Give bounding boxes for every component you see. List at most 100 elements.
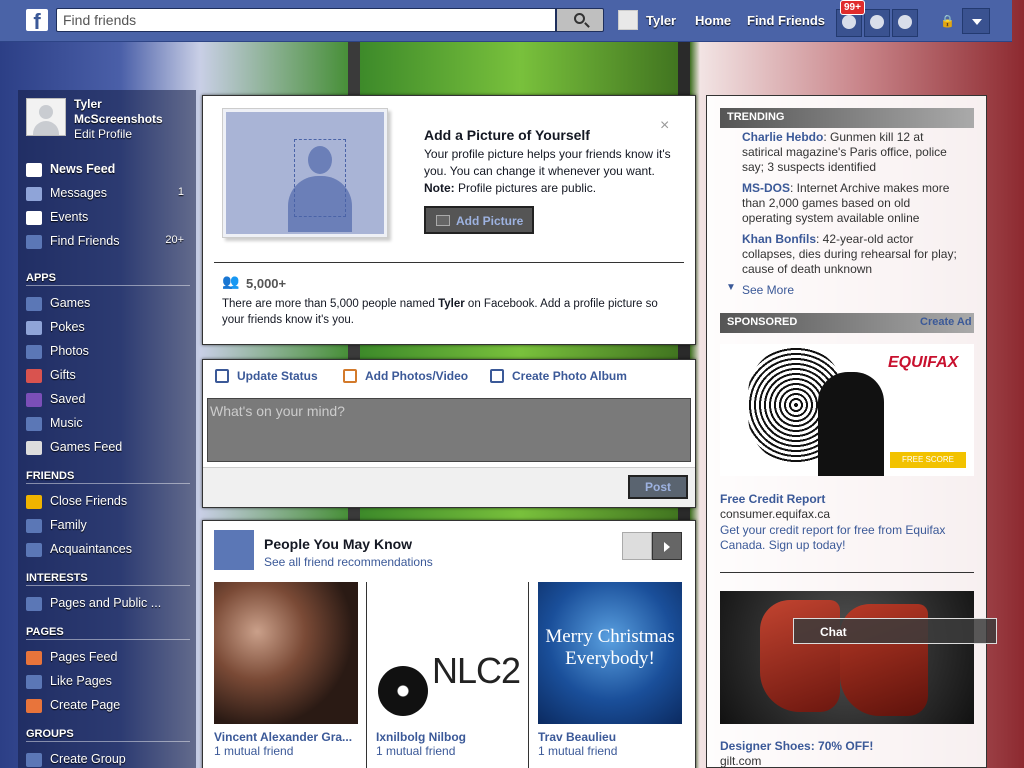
find-friends-link[interactable]: Find Friends <box>747 13 825 28</box>
sidebar-item-label: Create Group <box>50 752 126 766</box>
sidebar-item-pages-feed[interactable]: Pages Feed <box>26 648 186 668</box>
sidebar-item-music[interactable]: Music <box>26 414 186 434</box>
album-icon <box>490 369 504 383</box>
create-ad-link[interactable]: Create Ad <box>920 316 972 328</box>
sidebar-item-close-friends[interactable]: Close Friends <box>26 492 186 512</box>
note-name: Tyler <box>438 298 465 310</box>
ad-title[interactable]: Free Credit Report <box>720 492 825 506</box>
sidebar-item-label: Messages <box>50 186 107 200</box>
sidebar-item-pages-and-public[interactable]: Pages and Public ... <box>26 594 186 614</box>
trending-item[interactable]: Khan Bonfils: 42-year-old actor collapse… <box>742 232 962 277</box>
status-input[interactable]: What's on your mind? <box>207 398 691 462</box>
desc-main: Your profile picture helps your friends … <box>424 147 671 178</box>
post-button[interactable]: Post <box>628 475 688 499</box>
games-feed-icon <box>26 441 42 455</box>
games-icon <box>26 297 42 311</box>
previous-button[interactable] <box>622 532 652 560</box>
pokes-icon <box>26 321 42 335</box>
card-divider <box>214 262 684 263</box>
ad-title[interactable]: Designer Shoes: 70% OFF! <box>720 739 873 753</box>
edit-profile-link[interactable]: Edit Profile <box>74 127 132 141</box>
sidebar-item-create-page[interactable]: Create Page <box>26 696 186 716</box>
sidebar-item-create-group[interactable]: Create Group <box>26 750 186 768</box>
nav-section-header: INTERESTS <box>26 572 190 586</box>
top-avatar[interactable] <box>618 10 638 30</box>
camera-icon <box>436 215 450 226</box>
sidebar-item-acquaintances[interactable]: Acquaintances <box>26 540 186 560</box>
trending-header: TRENDING <box>720 108 974 128</box>
trending-item[interactable]: Charlie Hebdo: Gunmen kill 12 at satiric… <box>742 130 962 175</box>
composer-footer <box>203 467 695 507</box>
privacy-shortcut-icon[interactable]: 🔒 <box>940 14 958 28</box>
sidebar-item-pokes[interactable]: Pokes <box>26 318 186 338</box>
notifications-icon <box>898 15 912 29</box>
facebook-logo-icon[interactable]: f <box>26 9 48 31</box>
mutual-friends[interactable]: 1 mutual friend <box>214 744 358 758</box>
ad-cta-button[interactable]: FREE SCORE <box>890 452 966 468</box>
trending-topic[interactable]: MS-DOS <box>742 181 790 195</box>
people-icon: 👥 <box>222 273 240 289</box>
create-group-icon <box>26 753 42 767</box>
top-user-link[interactable]: Tyler <box>646 13 676 28</box>
home-link[interactable]: Home <box>695 13 731 28</box>
family-icon <box>26 519 42 533</box>
person-name[interactable]: Trav Beaulieu <box>538 730 682 744</box>
person-card[interactable]: NLC2 Ixnilbolg Nilbog 1 mutual friend <box>376 582 521 758</box>
search-button[interactable] <box>556 8 604 32</box>
desc-note-label: Note: <box>424 181 455 195</box>
person-card[interactable]: Merry Christmas Everybody! Trav Beaulieu… <box>538 582 682 758</box>
person-card[interactable]: Vincent Alexander Gra... 1 mutual friend <box>214 582 358 758</box>
sidebar-item-events[interactable]: Events <box>26 208 186 228</box>
chat-bar[interactable]: Chat <box>793 618 997 644</box>
trending-topic[interactable]: Khan Bonfils <box>742 232 816 246</box>
tab-add-photos-video[interactable]: Add Photos/Video <box>343 369 468 383</box>
sidebar-item-like-pages[interactable]: Like Pages <box>26 672 186 692</box>
sidebar-item-messages[interactable]: Messages 1 <box>26 184 186 204</box>
person-photo[interactable]: Merry Christmas Everybody! <box>538 582 682 724</box>
ad-text[interactable]: Get your credit report for free from Equ… <box>720 523 970 553</box>
see-more-link[interactable]: See More <box>742 283 794 297</box>
sidebar-item-games-feed[interactable]: Games Feed <box>26 438 186 458</box>
sidebar-item-label: Pokes <box>50 320 85 334</box>
ad-url: gilt.com <box>720 754 762 768</box>
sidebar-item-saved[interactable]: Saved <box>26 390 186 410</box>
profile-name[interactable]: Tyler McScreenshots <box>74 97 184 127</box>
see-all-recommendations-link[interactable]: See all friend recommendations <box>264 555 433 569</box>
tab-label: Create Photo Album <box>512 369 627 383</box>
pymk-title: People You May Know <box>264 536 413 552</box>
sidebar-item-games[interactable]: Games <box>26 294 186 314</box>
mutual-friends[interactable]: 1 mutual friend <box>376 744 520 758</box>
notifications-button[interactable] <box>892 9 918 37</box>
gifts-icon <box>26 369 42 383</box>
add-picture-button[interactable]: Add Picture <box>424 206 534 234</box>
sidebar-item-gifts[interactable]: Gifts <box>26 366 186 386</box>
messages-button[interactable] <box>864 9 890 37</box>
person-name[interactable]: Vincent Alexander Gra... <box>214 730 358 744</box>
sidebar-item-label: News Feed <box>50 162 116 176</box>
sidebar-item-label: Gifts <box>50 368 76 382</box>
trending-item[interactable]: MS-DOS: Internet Archive makes more than… <box>742 181 962 226</box>
account-settings-button[interactable] <box>962 8 990 34</box>
add-picture-label: Add Picture <box>456 214 524 228</box>
tab-update-status[interactable]: Update Status <box>215 369 318 383</box>
messages-icon <box>26 187 42 201</box>
sidebar-item-label: Pages and Public ... <box>50 596 162 610</box>
nav-section-header: GROUPS <box>26 728 190 742</box>
person-name[interactable]: Ixnilbolg Nilbog <box>376 730 520 744</box>
note-pre: There are more than 5,000 people named <box>222 298 439 310</box>
trending-topic[interactable]: Charlie Hebdo <box>742 130 823 144</box>
tab-create-photo-album[interactable]: Create Photo Album <box>490 369 627 383</box>
sidebar-item-news-feed[interactable]: News Feed <box>26 160 186 180</box>
sidebar-item-label: Music <box>50 416 83 430</box>
close-button[interactable]: × <box>660 117 669 135</box>
mutual-friends[interactable]: 1 mutual friend <box>538 744 682 758</box>
person-photo[interactable]: NLC2 <box>376 582 521 724</box>
avatar[interactable] <box>26 98 66 136</box>
card-description: Your profile picture helps your friends … <box>424 146 674 197</box>
sidebar-item-find-friends[interactable]: Find Friends 20+ <box>26 232 186 252</box>
sidebar-item-family[interactable]: Family <box>26 516 186 536</box>
sidebar-item-photos[interactable]: Photos <box>26 342 186 362</box>
search-input[interactable]: Find friends <box>56 8 556 32</box>
person-photo[interactable] <box>214 582 358 724</box>
next-button[interactable] <box>652 532 682 560</box>
